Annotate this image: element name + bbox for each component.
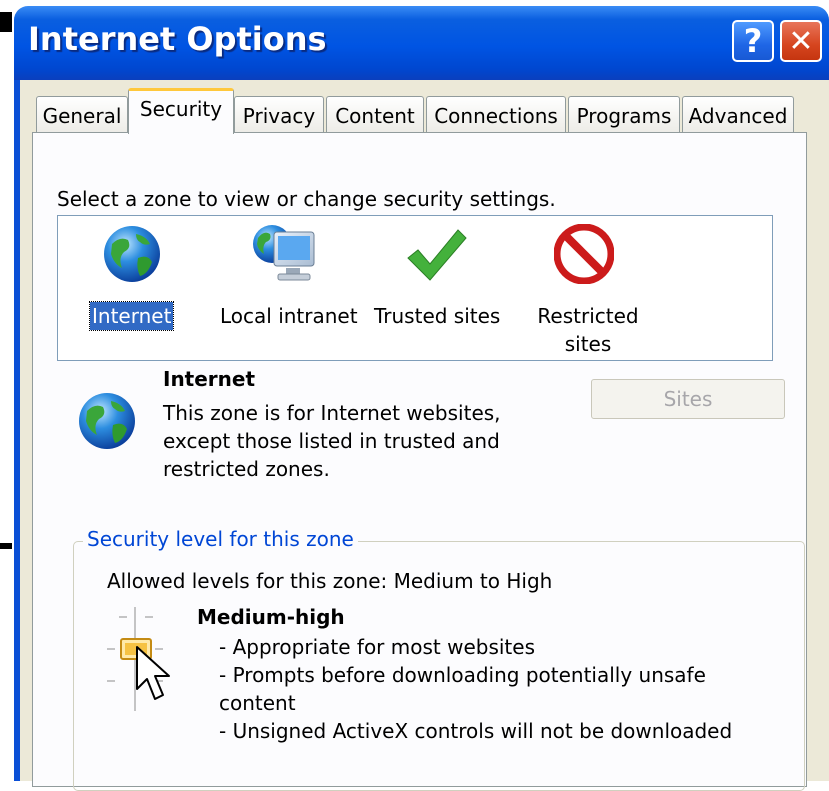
zone-label-local-intranet: Local intranet: [220, 304, 358, 328]
tab-label: Connections: [434, 103, 558, 128]
tab-privacy[interactable]: Privacy: [234, 96, 324, 134]
tab-label: Advanced: [688, 103, 788, 128]
security-level-group-title: Security level for this zone: [83, 527, 358, 551]
edge-mark-top: [0, 12, 12, 32]
zone-description-line: This zone is for Internet websites,: [163, 401, 501, 425]
zone-label-internet: Internet: [88, 301, 175, 331]
no-entry-icon: [554, 224, 614, 284]
security-level-name: Medium-high: [197, 605, 345, 629]
edge-mark-bottom: [0, 543, 12, 549]
tab-label: Programs: [576, 103, 672, 128]
help-icon: ?: [743, 22, 763, 60]
globe-icon: [104, 226, 160, 282]
sites-button[interactable]: Sites: [591, 379, 785, 419]
level-bullet: - Appropriate for most websites: [219, 635, 535, 659]
zone-list: Internet Local intranet Trusted sites Re…: [57, 215, 773, 361]
window-title: Internet Options: [28, 20, 327, 58]
zone-label-restricted-sites: Restricted sites: [528, 302, 648, 358]
tab-advanced[interactable]: Advanced: [682, 96, 794, 134]
zone-internet[interactable]: Internet: [88, 220, 178, 331]
tab-security[interactable]: Security: [128, 88, 234, 134]
level-bullet: content: [219, 691, 296, 715]
globe-icon: [79, 393, 135, 449]
zone-description-line: restricted zones.: [163, 457, 330, 481]
tab-content[interactable]: Content: [326, 96, 424, 134]
zone-instruction: Select a zone to view or change security…: [57, 187, 556, 211]
internet-options-window: Internet Options ? ✕ General Security Pr…: [14, 6, 829, 791]
intranet-icon: [253, 225, 315, 281]
tab-connections[interactable]: Connections: [426, 96, 566, 134]
tab-label: Security: [139, 96, 223, 121]
zone-description-line: except those listed in trusted and: [163, 429, 500, 453]
level-bullet: - Prompts before downloading potentially…: [219, 663, 706, 687]
level-bullet: - Unsigned ActiveX controls will not be …: [219, 719, 733, 743]
selected-zone-name: Internet: [163, 367, 256, 391]
title-bar[interactable]: Internet Options ? ✕: [14, 6, 829, 80]
tab-label: General: [42, 103, 122, 128]
zone-restricted-sites[interactable]: Restricted sites: [528, 220, 648, 356]
sites-button-label: Sites: [663, 387, 713, 411]
security-tab-panel: Select a zone to view or change security…: [32, 132, 807, 791]
tab-general[interactable]: General: [36, 96, 128, 134]
help-button[interactable]: ?: [732, 20, 774, 62]
zone-trusted-sites[interactable]: Trusted sites: [370, 220, 510, 330]
zone-local-intranet[interactable]: Local intranet: [218, 220, 358, 330]
tab-label: Content: [335, 103, 415, 128]
tab-programs[interactable]: Programs: [568, 96, 680, 134]
allowed-levels-text: Allowed levels for this zone: Medium to …: [107, 569, 553, 593]
zone-label-line: sites: [564, 332, 612, 356]
zone-label-trusted-sites: Trusted sites: [374, 304, 501, 328]
mouse-cursor-icon: [136, 646, 170, 700]
tab-label: Privacy: [242, 103, 316, 128]
checkmark-icon: [407, 229, 467, 281]
close-button[interactable]: ✕: [780, 20, 822, 62]
close-icon: ✕: [788, 23, 814, 59]
zone-label-line: Restricted: [537, 304, 639, 328]
